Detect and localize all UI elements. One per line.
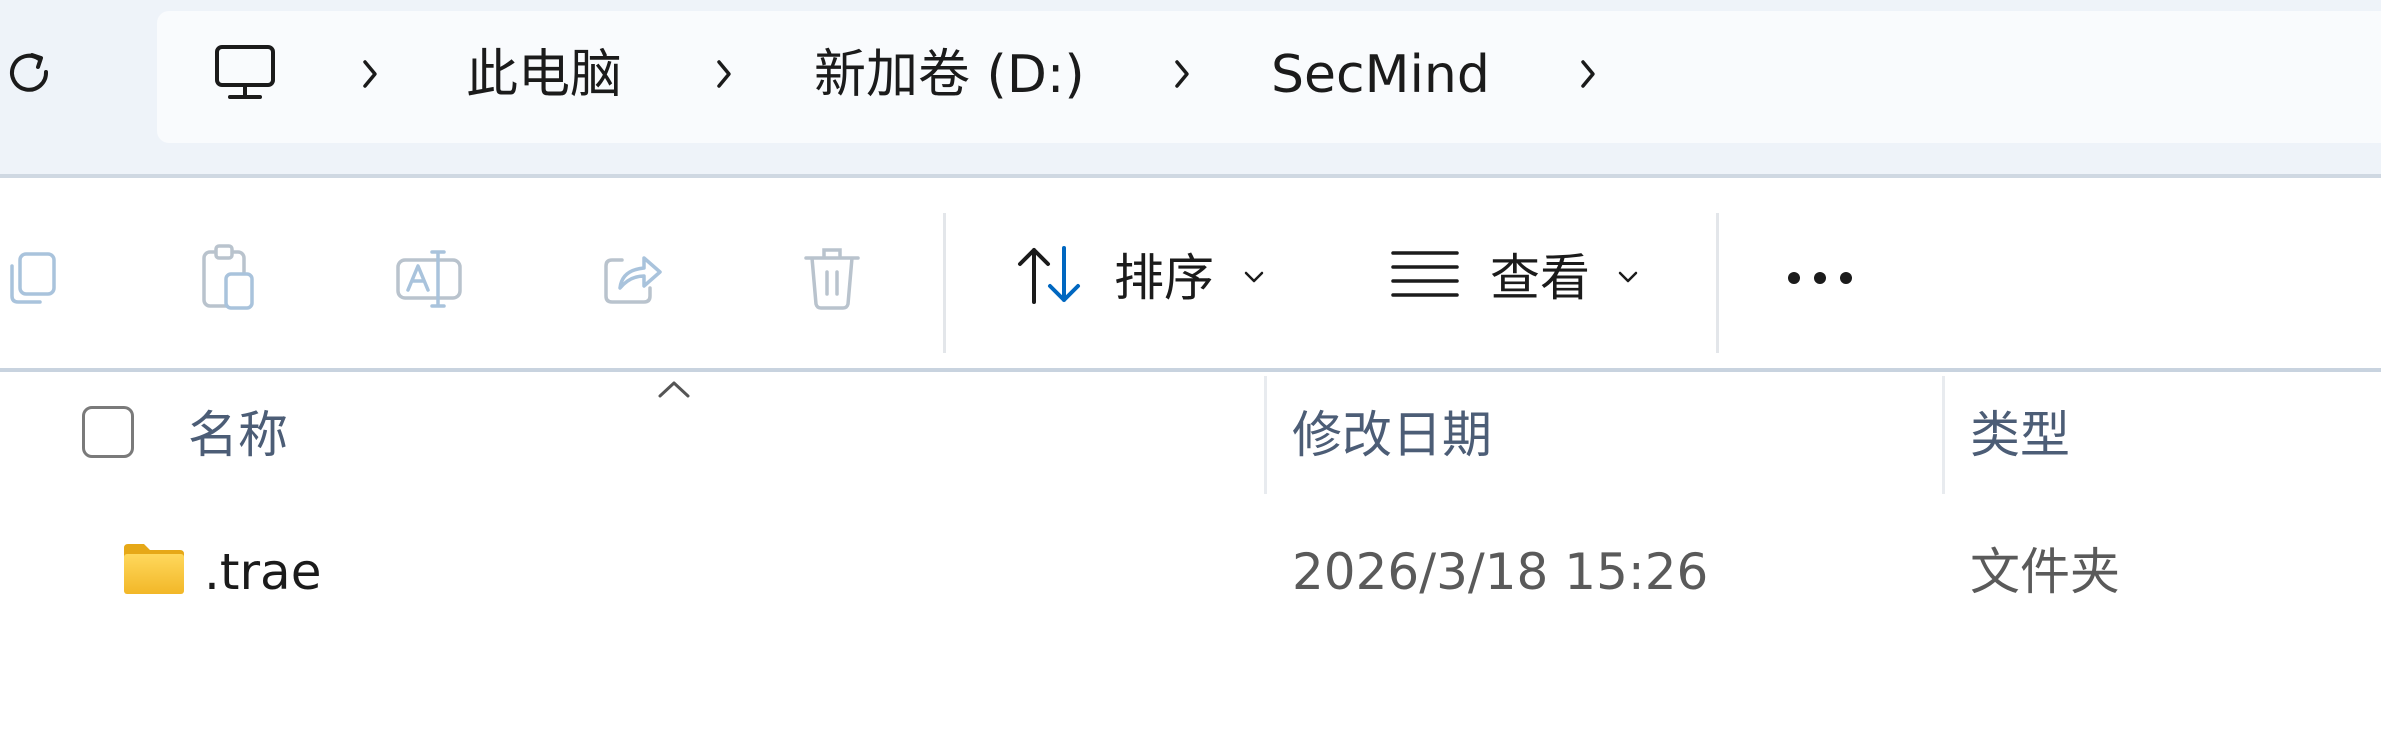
file-modified-date: 2026/3/18 15:26 xyxy=(1292,543,1709,601)
column-header-modified[interactable]: 修改日期 xyxy=(1292,398,1492,472)
more-options-button[interactable] xyxy=(1780,238,1860,318)
rename-button[interactable] xyxy=(390,238,470,318)
toolbar-separator xyxy=(1716,213,1719,353)
sort-indicator-icon xyxy=(658,381,690,398)
breadcrumb-item-secmind[interactable]: SecMind xyxy=(1271,36,1490,114)
select-all-checkbox[interactable] xyxy=(82,406,134,458)
share-button[interactable] xyxy=(592,238,672,318)
chevron-right-icon xyxy=(1175,60,1189,88)
breadcrumb-item-drive-d[interactable]: 新加卷 (D:) xyxy=(814,36,1085,114)
file-name: .trae xyxy=(204,543,322,601)
rename-icon xyxy=(396,250,462,308)
view-list-icon xyxy=(1391,251,1459,297)
breadcrumb-computer-button[interactable] xyxy=(210,40,280,108)
file-type: 文件夹 xyxy=(1970,543,2120,601)
breadcrumb-separator[interactable] xyxy=(358,56,382,92)
sort-label: 排序 xyxy=(1114,249,1214,307)
delete-icon xyxy=(804,248,860,310)
column-header-name[interactable]: 名称 xyxy=(188,398,288,472)
view-label: 查看 xyxy=(1490,249,1590,307)
paste-button[interactable] xyxy=(188,238,268,318)
copy-icon xyxy=(10,252,56,304)
breadcrumb-item-this-pc[interactable]: 此电脑 xyxy=(466,36,622,114)
divider xyxy=(0,368,2381,372)
toolbar-separator xyxy=(943,213,946,353)
column-header-type[interactable]: 类型 xyxy=(1970,398,2070,472)
chevron-right-icon xyxy=(363,60,377,88)
chevron-down-icon xyxy=(1244,271,1264,283)
address-bar-region: 此电脑 新加卷 (D:) SecMind xyxy=(0,0,2381,178)
breadcrumb-separator[interactable] xyxy=(712,56,736,92)
chevron-right-icon xyxy=(717,60,731,88)
sort-icon xyxy=(1018,246,1080,304)
sort-button[interactable]: 排序 xyxy=(1000,218,1290,338)
view-button[interactable]: 查看 xyxy=(1376,218,1666,338)
copy-button[interactable] xyxy=(0,238,70,318)
column-resize-handle[interactable] xyxy=(1942,376,1945,494)
command-bar: 排序 查看 xyxy=(0,178,2381,368)
refresh-button[interactable] xyxy=(0,44,60,104)
share-icon xyxy=(604,256,662,304)
delete-button[interactable] xyxy=(792,238,872,318)
more-icon xyxy=(1788,272,1852,284)
chevron-right-icon xyxy=(1581,60,1595,88)
column-resize-handle[interactable] xyxy=(1264,376,1267,494)
paste-icon xyxy=(202,244,254,310)
file-row[interactable]: .trae 2026/3/18 15:26 文件夹 xyxy=(0,520,2381,624)
chevron-down-icon xyxy=(1618,271,1638,283)
breadcrumb-separator[interactable] xyxy=(1170,56,1194,92)
computer-icon xyxy=(215,45,275,99)
breadcrumb-separator[interactable] xyxy=(1576,56,1600,92)
folder-icon xyxy=(124,544,184,594)
refresh-icon xyxy=(10,53,49,92)
